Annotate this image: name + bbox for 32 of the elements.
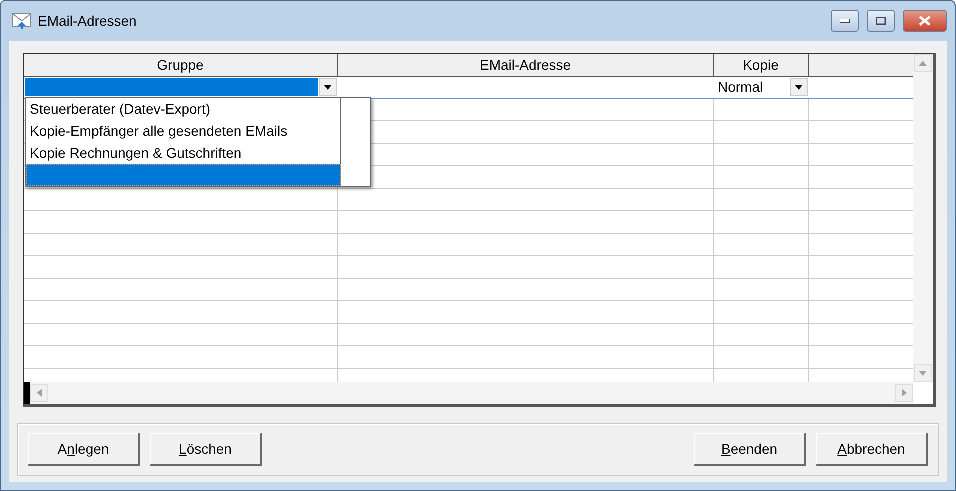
envelope-icon <box>12 13 32 29</box>
left-arrow-icon <box>36 389 42 397</box>
down-arrow-icon <box>919 370 927 376</box>
dropdown-item[interactable]: Kopie Rechnungen & Gutschriften <box>26 142 341 164</box>
dropdown-item[interactable]: Kopie-Empfänger alle gesendeten EMails <box>26 120 341 142</box>
action-button[interactable]: Abbrechen <box>816 433 928 466</box>
scroll-left-button[interactable] <box>30 384 48 402</box>
scroll-down-button[interactable] <box>914 364 932 382</box>
maximize-icon <box>876 17 886 25</box>
vertical-scrollbar[interactable] <box>913 54 933 382</box>
up-arrow-icon <box>919 60 927 66</box>
close-icon <box>919 16 931 26</box>
maximize-button[interactable] <box>867 10 895 32</box>
column-header[interactable]: Gruppe <box>24 54 338 77</box>
action-button[interactable]: Löschen <box>150 433 262 466</box>
minimize-button[interactable] <box>831 10 859 32</box>
right-arrow-icon <box>902 389 906 397</box>
dropdown-item[interactable]: Steuerberater (Datev-Export) <box>26 98 341 120</box>
dropdown-button[interactable] <box>319 78 337 96</box>
caret-icon <box>795 84 803 90</box>
column-header[interactable]: Kopie <box>714 54 809 77</box>
dropdown-button[interactable] <box>790 78 808 96</box>
column-header[interactable]: EMail-Adresse <box>338 54 714 77</box>
scroll-right-button[interactable] <box>895 384 913 402</box>
scroll-up-button[interactable] <box>914 54 932 72</box>
close-button[interactable] <box>903 10 947 32</box>
caret-icon <box>324 84 332 90</box>
window-title: EMail-Adressen <box>38 13 138 29</box>
action-button[interactable]: Beenden <box>694 433 806 466</box>
action-button[interactable]: Anlegen <box>28 433 140 466</box>
minimize-icon <box>840 19 850 23</box>
group-combo-field[interactable] <box>25 78 318 96</box>
